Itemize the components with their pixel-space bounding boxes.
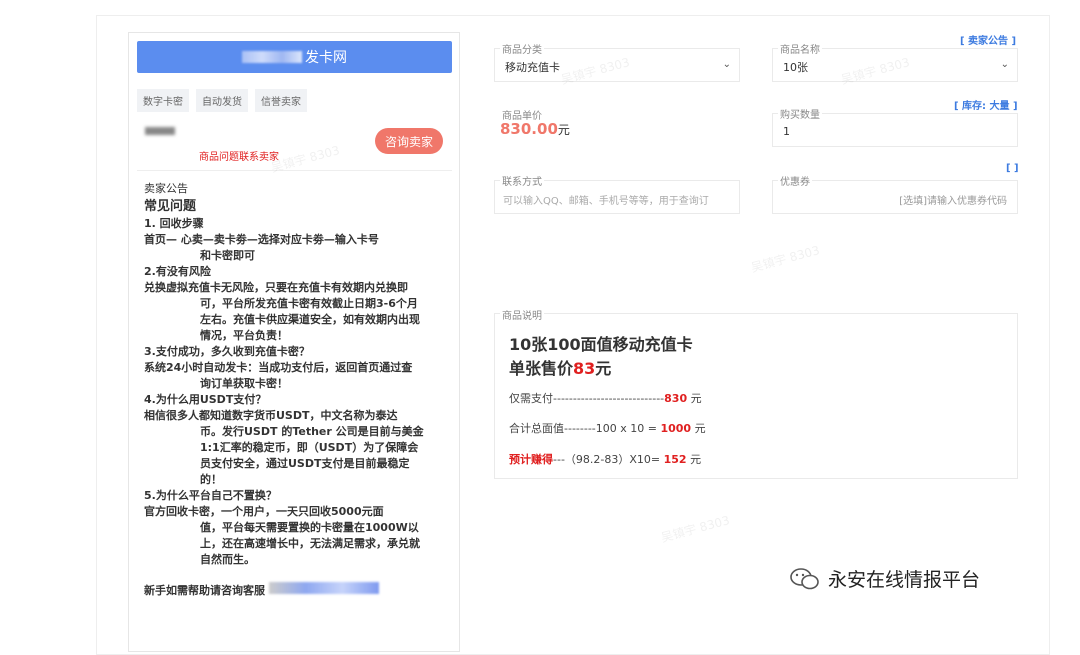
coupon-placeholder: [选填]请输入优惠券代码	[899, 196, 1007, 207]
single-price: 83	[573, 359, 596, 378]
profit-amount: 152	[663, 453, 687, 466]
description-title: 10张100面值移动充值卡	[509, 335, 693, 354]
faq-question: 1. 回收步骤	[144, 217, 204, 230]
chevron-down-icon: ⌄	[722, 59, 731, 70]
faq-answer: 兑换虚拟充值卡无风险，只要在充值卡有效期内兑换即	[144, 281, 408, 294]
chevron-down-icon: ⌄	[1000, 59, 1009, 70]
wechat-icon	[790, 567, 819, 589]
seller-notice: 卖家公告 常见问题 1. 回收步骤 首页— 心卖—卖卡劵—选择对应卡劵—输入卡号…	[144, 181, 449, 599]
divider	[137, 170, 452, 171]
help-text: 新手如需帮助请咨询客服	[144, 584, 265, 597]
notice-heading: 卖家公告	[144, 182, 188, 195]
category-value: 移动充值卡	[505, 61, 560, 74]
site-banner: 发卡网	[137, 41, 452, 73]
unit-price-unit: 元	[557, 123, 570, 137]
pay-amount: 830	[664, 392, 688, 405]
tag-auto-delivery: 自动发货	[196, 89, 248, 112]
faq-answer: 的！	[200, 473, 222, 486]
tag-list: 数字卡密 自动发货 信誉卖家	[137, 89, 307, 112]
category-label: 商品分类	[500, 41, 544, 56]
faq-answer: 员支付安全，通过USDT支付是目前最稳定	[200, 457, 410, 470]
brand-footer: 永安在线情报平台	[790, 565, 980, 592]
contact-placeholder: 可以输入QQ、邮箱、手机号等等，用于查询订	[503, 196, 709, 207]
unit-price-value: 830.00	[500, 120, 558, 138]
faq-answer: 询订单获取卡密！	[200, 377, 288, 390]
tag-digital-card: 数字卡密	[137, 89, 189, 112]
coupon-link[interactable]: [ ]	[1006, 163, 1019, 174]
text: 合计总面值--------100 x 10 =	[509, 422, 661, 435]
faq-answer: 官方回收卡密，一个用户，一天只回收5000元面	[144, 505, 384, 518]
text: 元	[691, 422, 706, 435]
faq-question: 3.支付成功，多久收到充值卡密？	[144, 345, 310, 358]
faq-question: 5.为什么平台自己不置换？	[144, 489, 277, 502]
product-description: 10张100面值移动充值卡 单张售价83元 仅需支付--------------…	[494, 313, 1018, 479]
help-line: 新手如需帮助请咨询客服	[144, 582, 449, 599]
faq-answer: 情况，平台负责！	[200, 329, 288, 342]
redacted-contact	[268, 582, 379, 594]
text: 单张售价	[509, 359, 574, 378]
seller-panel: 发卡网 数字卡密 自动发货 信誉卖家 商品问题联系卖家 咨询卖家 卖家公告 常见…	[128, 32, 460, 652]
site-title: 发卡网	[305, 50, 347, 66]
quantity-label: 购买数量	[778, 106, 822, 121]
consult-seller-button[interactable]: 咨询卖家	[375, 128, 443, 154]
redacted-site-name	[242, 51, 302, 63]
total-line: 合计总面值--------100 x 10 = 1000 元	[509, 420, 706, 436]
description-subtitle: 单张售价83元	[509, 355, 611, 379]
brand-name: 永安在线情报平台	[828, 569, 981, 591]
faq-answer: 和卡密即可	[200, 249, 255, 262]
description-label: 商品说明	[500, 307, 544, 322]
text: 元	[686, 453, 702, 466]
total-value: 1000	[660, 422, 692, 435]
stock-link[interactable]: [ 库存: 大量 ]	[954, 97, 1018, 112]
text: 元	[595, 359, 612, 378]
faq-answer: 1:1汇率的稳定币，即（USDT）为了保障会	[200, 441, 419, 454]
faq-title: 常见问题	[144, 199, 197, 214]
faq-answer: 币。发行USDT 的Tether 公司是目前与美金	[200, 425, 424, 438]
profit-line: 预计赚得---（98.2-83）X10= 152 元	[509, 451, 701, 467]
seller-avatar	[145, 127, 175, 135]
contact-label: 联系方式	[500, 173, 544, 188]
text: 仅需支付----------------------------	[509, 392, 665, 405]
faq-answer: 值，平台每天需要置换的卡密量在1000W以	[200, 521, 419, 534]
faq-answer: 首页— 心卖—卖卡劵—选择对应卡劵—输入卡号	[144, 233, 379, 246]
quantity-value: 1	[783, 125, 790, 138]
text: ---（98.2-83）X10=	[553, 453, 664, 466]
faq-question: 2.有没有风险	[144, 265, 211, 278]
faq-question: 4.为什么用USDT支付？	[144, 393, 267, 406]
faq-answer: 自然而生。	[200, 553, 255, 566]
faq-answer: 可，平台所发充值卡密有效截止日期3-6个月	[200, 297, 418, 310]
faq-answer: 相信很多人都知道数字货币USDT，中文名称为泰达	[144, 409, 398, 422]
faq-answer: 系统24小时自动发卡：当成功支付后，返回首页通过查	[144, 361, 413, 374]
contact-seller-link[interactable]: 商品问题联系卖家	[199, 148, 279, 163]
tag-trusted-seller: 信誉卖家	[255, 89, 307, 112]
seller-notice-link[interactable]: [ 卖家公告 ]	[960, 32, 1016, 47]
text: 元	[687, 392, 702, 405]
product-name-value: 10张	[783, 61, 808, 74]
profit-label: 预计赚得	[509, 453, 553, 466]
product-name-label: 商品名称	[778, 41, 822, 56]
pay-line: 仅需支付----------------------------830 元	[509, 390, 702, 406]
faq-answer: 上，还在高速增长中，无法满足需求，承兑就	[200, 537, 420, 550]
unit-price: 830.00元	[500, 120, 570, 138]
coupon-label: 优惠券	[778, 173, 812, 188]
faq-answer: 左右。充值卡供应渠道安全，如有效期内出现	[200, 313, 420, 326]
